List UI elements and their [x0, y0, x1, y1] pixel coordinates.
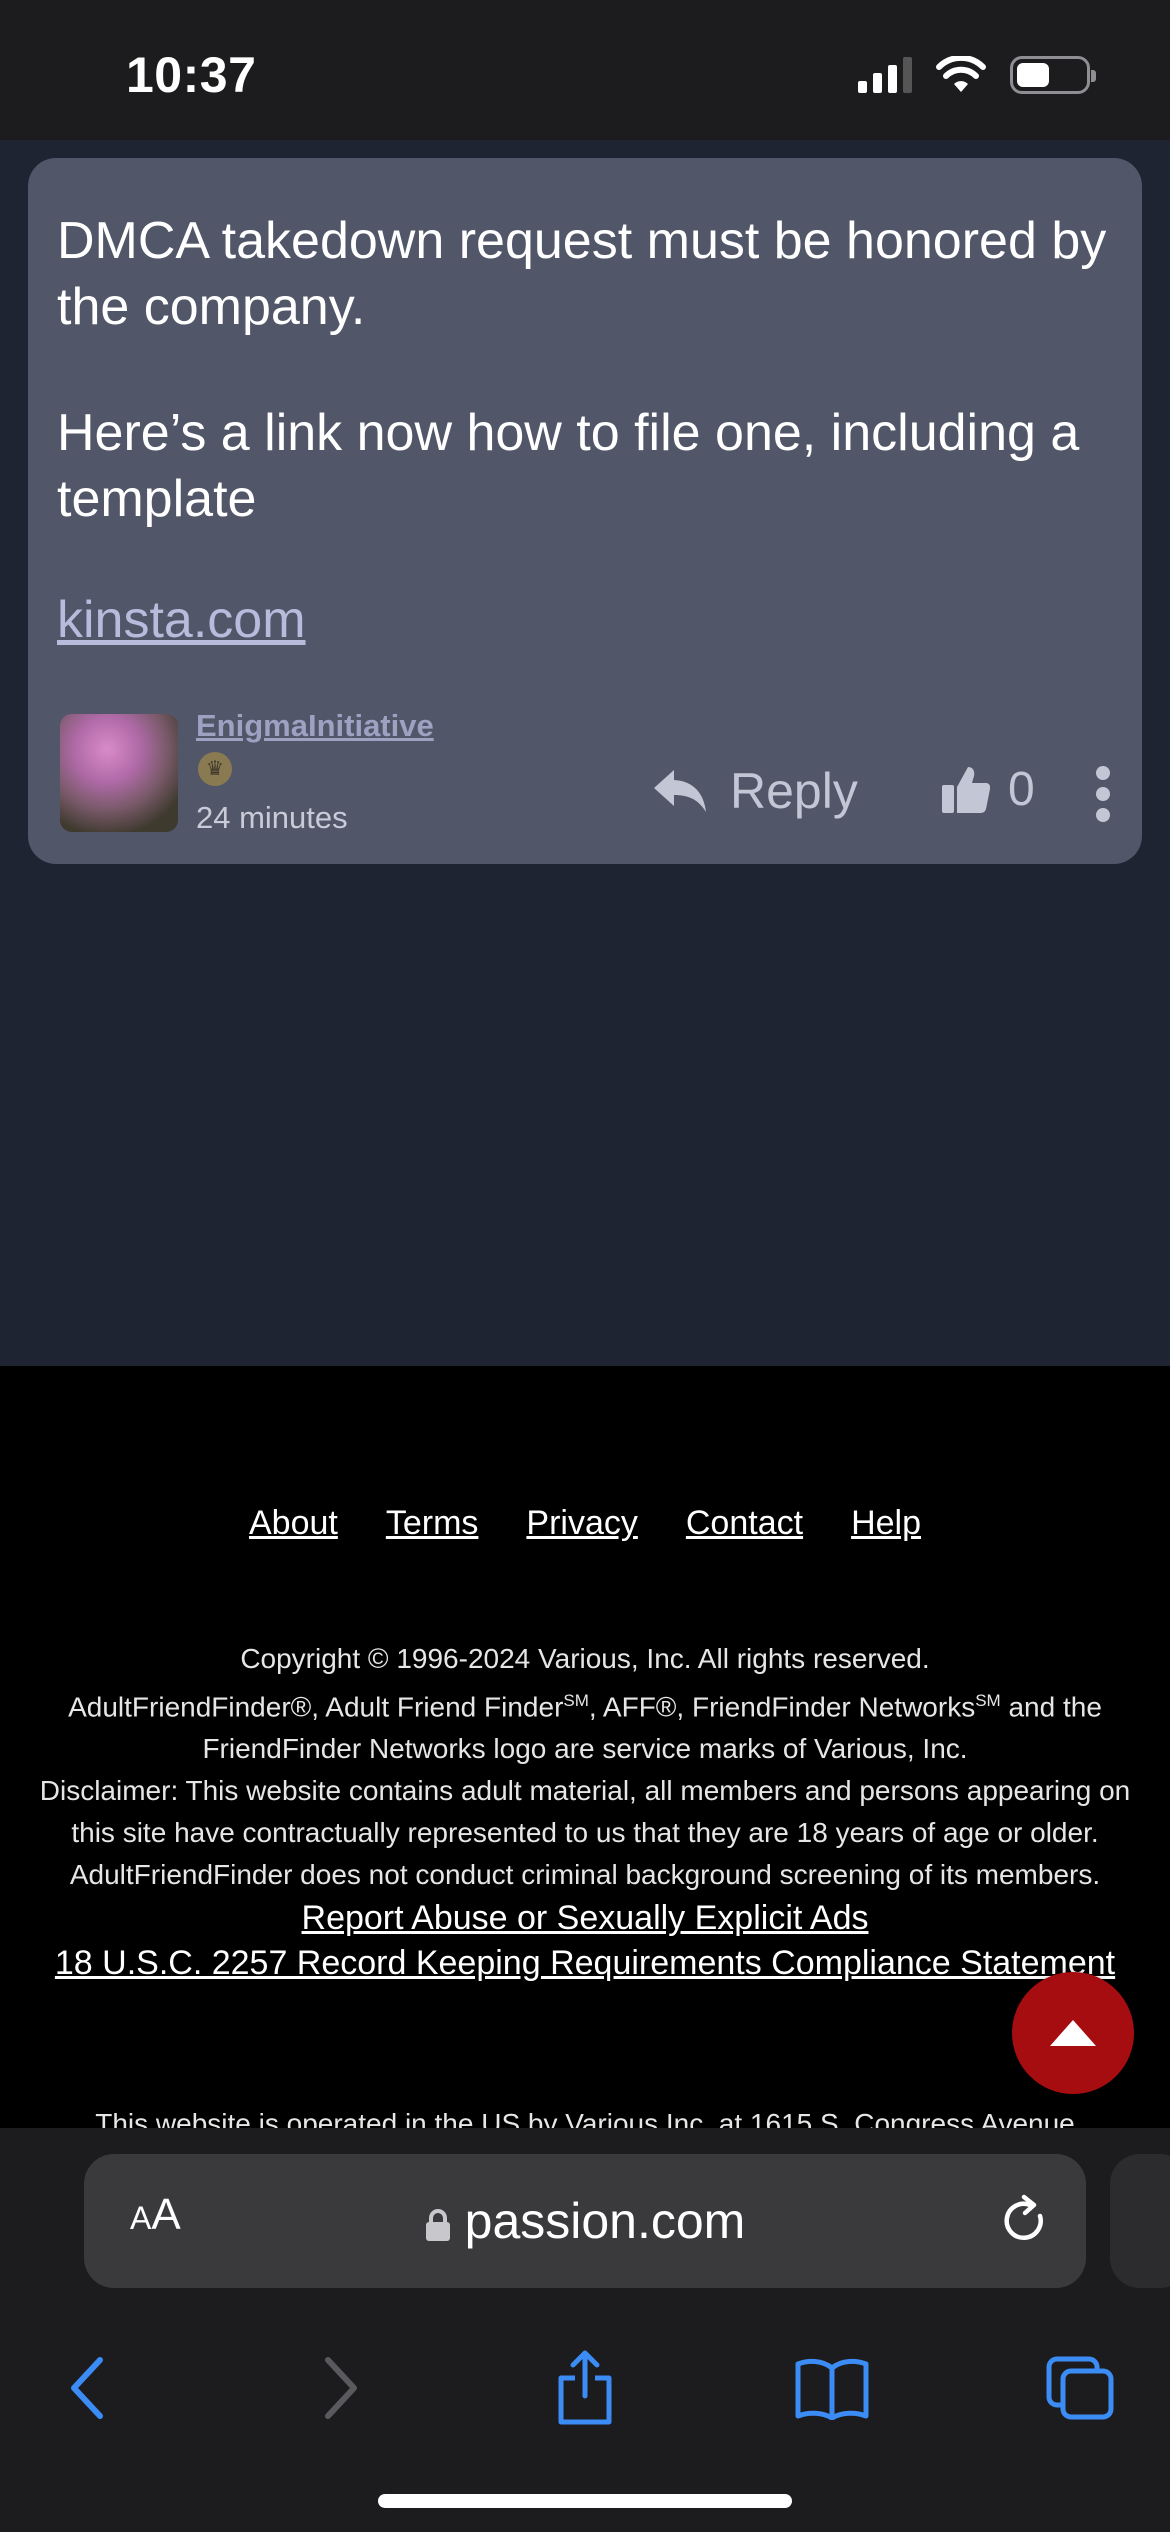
back-button[interactable]	[38, 2338, 138, 2438]
reload-icon[interactable]	[1000, 2194, 1050, 2248]
comment-body: DMCA takedown request must be honored by…	[57, 208, 1127, 592]
more-options-icon[interactable]	[1088, 766, 1118, 822]
caret-up-icon	[1050, 2020, 1096, 2046]
scroll-to-top-button[interactable]	[1012, 1972, 1134, 2094]
status-time: 10:37	[126, 47, 257, 103]
footer-link-help[interactable]: Help	[851, 1504, 921, 1543]
footer-link-terms[interactable]: Terms	[386, 1504, 479, 1543]
browser-bottom-bar: AA passion.com	[0, 2128, 1170, 2532]
footer-links: About Terms Privacy Contact Help	[0, 1504, 1170, 1543]
disclaimer-text: Disclaimer: This website contains adult …	[39, 1775, 1131, 1849]
operator-text: This website is operated in the US by Va…	[95, 2108, 1075, 2128]
status-icons	[858, 56, 1096, 94]
copyright-text: Copyright © 1996-2024 Various, Inc. All …	[240, 1643, 930, 1674]
comment-timestamp: 24 minutes	[196, 800, 348, 835]
trademark-text: AdultFriendFinder®, Adult Friend FinderS…	[68, 1691, 1102, 1765]
comment-card: DMCA takedown request must be honored by…	[28, 158, 1142, 864]
share-icon	[558, 2350, 612, 2425]
reply-label: Reply	[730, 763, 858, 819]
like-button[interactable]: 0	[942, 762, 1035, 817]
address-bar[interactable]: AA passion.com	[84, 2154, 1086, 2288]
cellular-signal-icon	[858, 57, 912, 93]
home-indicator[interactable]	[378, 2494, 792, 2508]
lock-icon	[425, 2208, 450, 2241]
share-button[interactable]	[535, 2338, 635, 2438]
battery-icon	[1010, 56, 1096, 94]
legal-text: Copyright © 1996-2024 Various, Inc. All …	[20, 1638, 1150, 1986]
avatar[interactable]	[60, 714, 178, 832]
site-footer: About Terms Privacy Contact Help Copyrig…	[0, 1366, 1170, 2128]
tabs-button[interactable]	[1030, 2338, 1130, 2438]
footer-link-contact[interactable]: Contact	[686, 1504, 803, 1543]
comment-paragraph: DMCA takedown request must be honored by…	[57, 212, 1107, 336]
content-area: DMCA takedown request must be honored by…	[0, 140, 1170, 1366]
comment-paragraph: Here’s a link now how to file one, inclu…	[57, 404, 1080, 528]
chevron-left-icon	[71, 2357, 103, 2419]
tabs-icon	[1046, 2356, 1114, 2420]
thumbs-up-icon	[942, 766, 990, 813]
author-name-link[interactable]: EnigmaInitiative	[196, 708, 434, 744]
book-icon	[795, 2358, 869, 2420]
screening-text: AdultFriendFinder does not conduct crimi…	[69, 1859, 1101, 1891]
chevron-right-icon	[325, 2357, 357, 2419]
comment-link[interactable]: kinsta.com	[57, 590, 306, 650]
reply-arrow-icon	[654, 770, 706, 812]
like-count: 0	[1008, 763, 1035, 816]
wifi-icon	[936, 56, 986, 92]
report-abuse-link[interactable]: Report Abuse or Sexually Explicit Ads	[20, 1896, 1150, 1941]
compliance-statement-link[interactable]: 18 U.S.C. 2257 Record Keeping Requiremen…	[20, 1941, 1150, 1986]
forward-button[interactable]	[290, 2338, 390, 2438]
reply-button[interactable]: Reply	[652, 762, 858, 820]
crown-badge-icon: ♛	[198, 752, 232, 786]
url-display[interactable]: passion.com	[84, 2192, 1086, 2250]
status-bar: 10:37	[0, 0, 1170, 140]
footer-link-about[interactable]: About	[249, 1504, 338, 1543]
bookmarks-button[interactable]	[782, 2338, 882, 2438]
next-tab-preview[interactable]	[1110, 2154, 1170, 2288]
footer-link-privacy[interactable]: Privacy	[526, 1504, 637, 1543]
url-text: passion.com	[464, 2193, 746, 2249]
browser-toolbar	[0, 2328, 1170, 2458]
